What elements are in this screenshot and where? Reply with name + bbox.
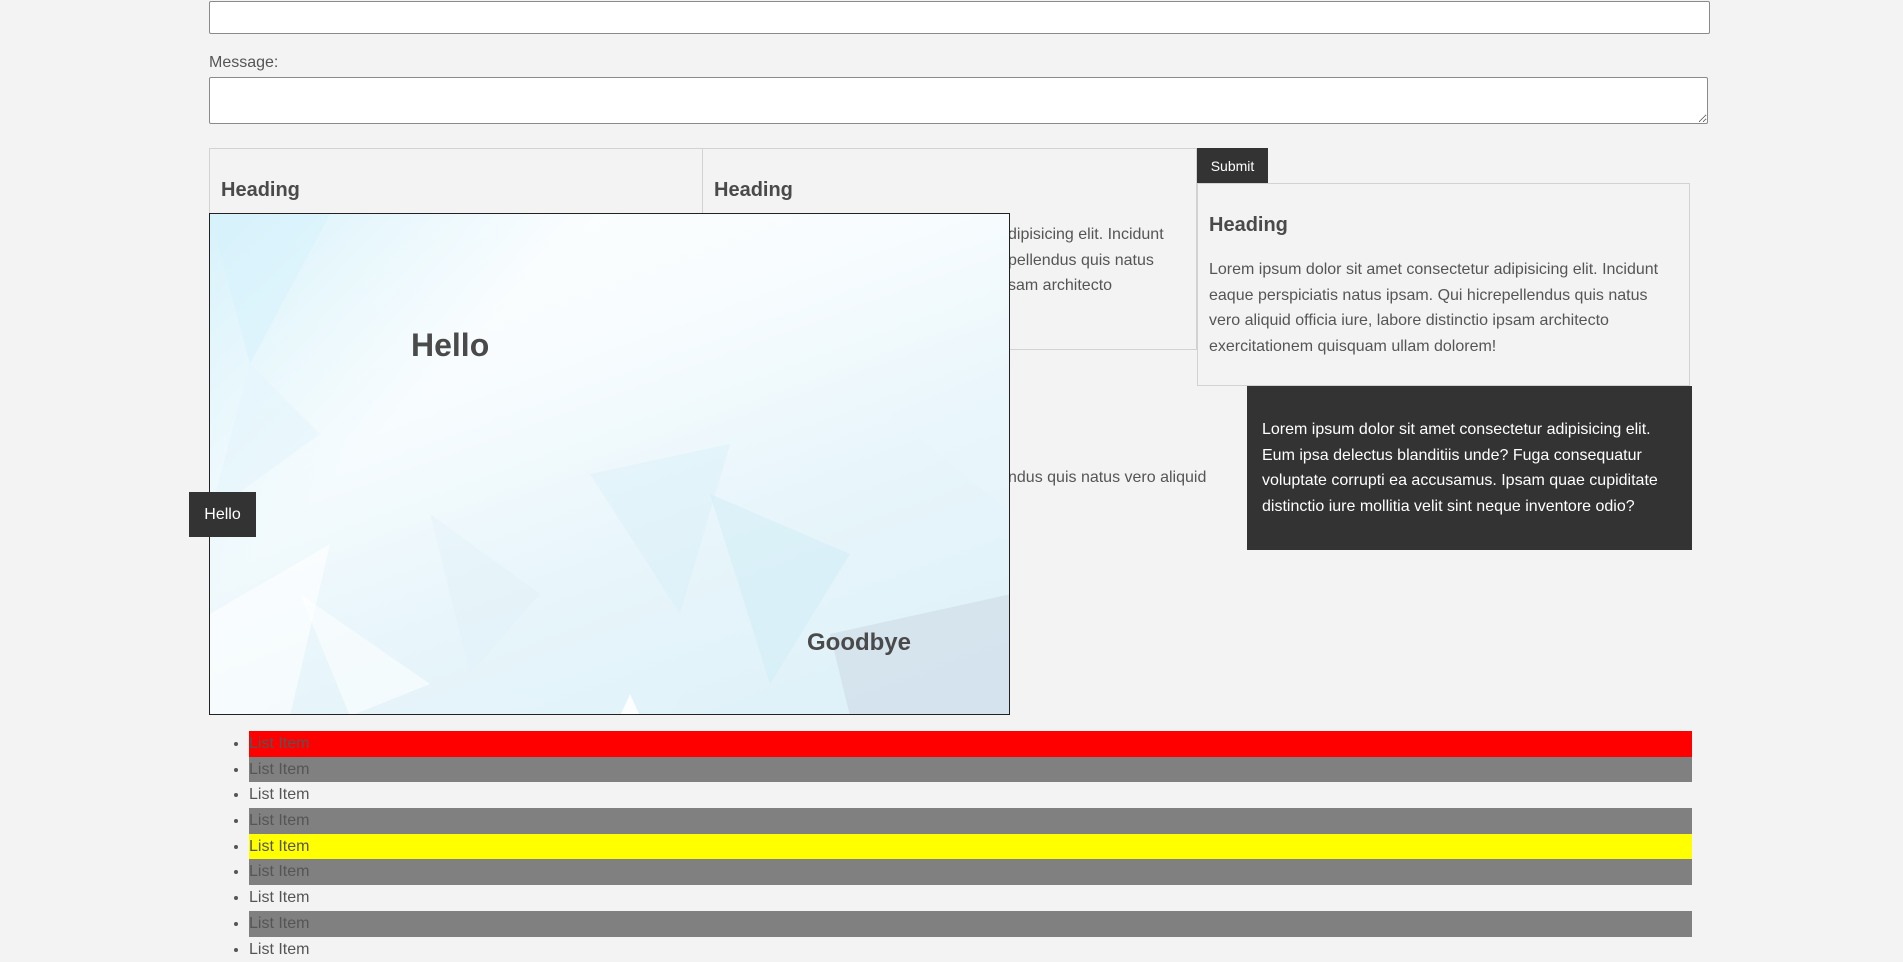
card-body-text: Lorem ipsum dolor sit amet consectetur a…: [1209, 257, 1678, 359]
list-item: List Item: [249, 757, 1692, 783]
list-item: List Item: [249, 731, 1692, 757]
list-item: List Item: [249, 834, 1692, 860]
card-heading: Heading: [1209, 214, 1678, 237]
hero-goodbye-text: Goodbye: [807, 629, 911, 657]
list-item: List Item: [249, 885, 1692, 911]
card-3: Heading Lorem ipsum dolor sit amet conse…: [1197, 183, 1690, 386]
name-input[interactable]: [209, 1, 1710, 34]
message-textarea[interactable]: [209, 77, 1708, 124]
hello-tab[interactable]: Hello: [189, 492, 256, 537]
list-item: List Item: [249, 808, 1692, 834]
hero-image-panel: Hello Goodbye: [209, 213, 1010, 715]
dark-info-box: Lorem ipsum dolor sit amet consectetur a…: [1247, 386, 1692, 550]
list-item: List Item: [249, 911, 1692, 937]
message-label: Message:: [209, 54, 278, 72]
card-heading: Heading: [714, 179, 793, 202]
list-item: List Item: [249, 937, 1692, 962]
color-list: List Item List Item List Item List Item …: [209, 731, 1692, 962]
dark-box-text: Lorem ipsum dolor sit amet consectetur a…: [1262, 421, 1658, 515]
card-2-text: dipisicing elit. Incidunt pellendus quis…: [1008, 222, 1193, 299]
submit-button[interactable]: Submit: [1197, 148, 1268, 183]
list-item: List Item: [249, 859, 1692, 885]
card-heading: Heading: [221, 179, 300, 202]
overflow-text: ndus quis natus vero aliquid: [1008, 465, 1206, 490]
list-item: List Item: [249, 782, 1692, 808]
hero-hello-text: Hello: [411, 327, 489, 364]
